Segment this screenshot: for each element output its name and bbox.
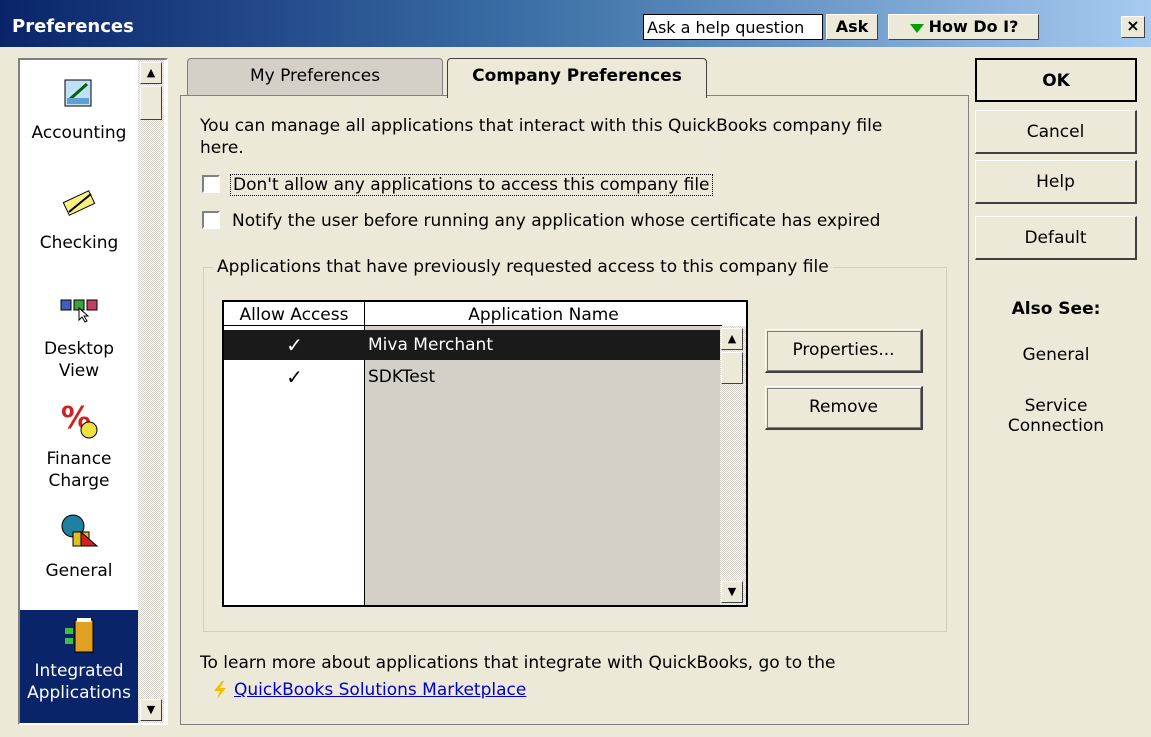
sidebar-item-label: Checking	[39, 233, 119, 253]
remove-button[interactable]: Remove	[765, 386, 923, 430]
scroll-thumb[interactable]	[140, 86, 162, 120]
cancel-button[interactable]: Cancel	[975, 110, 1137, 154]
tab-my-preferences[interactable]: My Preferences	[187, 58, 443, 96]
how-do-i-button[interactable]: How Do I?	[888, 14, 1039, 40]
scroll-down-button[interactable]: ▼	[721, 581, 743, 603]
triangle-down-icon	[909, 23, 924, 33]
integrated-applications-icon	[65, 618, 94, 653]
service-connection-line1: Service	[1024, 396, 1088, 416]
finance-charge-icon: %	[61, 401, 98, 439]
sidebar-item-label: Desktop	[43, 339, 115, 359]
remove-label: Remove	[809, 397, 878, 417]
scroll-up-button[interactable]: ▲	[721, 328, 743, 350]
notify-expired-checkbox[interactable]	[202, 211, 220, 229]
sidebar-item-label: Finance	[46, 449, 112, 469]
tab-company-preferences[interactable]: Company Preferences	[447, 58, 707, 98]
intro-text-line2: here.	[200, 138, 244, 158]
sidebar-item-integrated-applications[interactable]: Integrated Applications	[20, 610, 138, 723]
application-name: Miva Merchant	[368, 335, 493, 355]
sidebar-item-label: Applications	[27, 683, 131, 703]
scroll-up-button[interactable]: ▲	[140, 62, 162, 84]
also-see-service-connection-link[interactable]: Service Connection	[975, 396, 1137, 436]
marketplace-link[interactable]: QuickBooks Solutions Marketplace	[234, 680, 526, 700]
preferences-sidebar: Accounting Checking Desktop View % Finan…	[18, 58, 168, 725]
also-see-title: Also See:	[1011, 299, 1101, 319]
properties-button[interactable]: Properties...	[765, 329, 923, 373]
sidebar-item-general[interactable]: General	[20, 512, 138, 582]
sidebar-item-label: View	[58, 361, 100, 381]
desktop-view-icon	[60, 299, 98, 323]
properties-label: Properties...	[792, 340, 895, 360]
marketplace-link-row[interactable]: QuickBooks Solutions Marketplace	[212, 680, 526, 700]
scroll-thumb[interactable]	[721, 352, 743, 384]
sidebar-item-checking[interactable]: Checking	[20, 184, 138, 254]
column-header-allow-access[interactable]: Allow Access	[224, 302, 364, 326]
ask-button[interactable]: Ask	[826, 14, 878, 40]
table-row[interactable]: ✓ SDKTest	[224, 362, 722, 392]
service-connection-line2: Connection	[1007, 416, 1105, 436]
sidebar-item-label: General	[45, 561, 113, 581]
sidebar-item-label: Accounting	[31, 123, 127, 143]
sidebar-item-label: Charge	[48, 471, 110, 491]
application-name: SDKTest	[368, 367, 436, 387]
general-icon	[61, 514, 99, 547]
lightning-icon	[214, 681, 226, 699]
intro-text-line1: You can manage all applications that int…	[200, 116, 883, 136]
sidebar-item-label: Integrated	[34, 661, 124, 681]
default-button[interactable]: Default	[975, 216, 1137, 260]
allow-access-check[interactable]: ✓	[224, 362, 365, 392]
checking-icon	[62, 190, 96, 216]
dont-allow-label[interactable]: Don't allow any applications to access t…	[230, 174, 713, 196]
also-see-general-link[interactable]: General	[975, 345, 1137, 365]
close-button[interactable]: ×	[1121, 16, 1145, 38]
notify-expired-label[interactable]: Notify the user before running any appli…	[232, 211, 880, 231]
dont-allow-checkbox[interactable]	[202, 175, 220, 193]
help-question-input[interactable]: Ask a help question	[643, 14, 823, 40]
help-button[interactable]: Help	[975, 160, 1137, 204]
accounting-icon	[64, 79, 92, 107]
sidebar-item-desktop-view[interactable]: Desktop View	[20, 290, 138, 382]
learn-more-text: To learn more about applications that in…	[200, 653, 836, 673]
applications-list[interactable]: Allow Access Application Name ✓ Miva Mer…	[222, 300, 748, 607]
sidebar-scrollbar[interactable]	[138, 60, 164, 723]
column-header-application-name[interactable]: Application Name	[365, 302, 722, 326]
sidebar-item-accounting[interactable]: Accounting	[20, 74, 138, 144]
allow-access-check[interactable]: ✓	[224, 330, 365, 360]
sidebar-item-finance-charge[interactable]: % Finance Charge	[20, 400, 138, 492]
window-title: Preferences	[12, 16, 134, 37]
scroll-down-button[interactable]: ▼	[140, 699, 162, 721]
how-do-i-label: How Do I?	[928, 17, 1019, 36]
ok-button[interactable]: OK	[975, 58, 1137, 102]
applications-group-label: Applications that have previously reques…	[213, 257, 833, 277]
table-row[interactable]: ✓ Miva Merchant	[224, 330, 722, 360]
